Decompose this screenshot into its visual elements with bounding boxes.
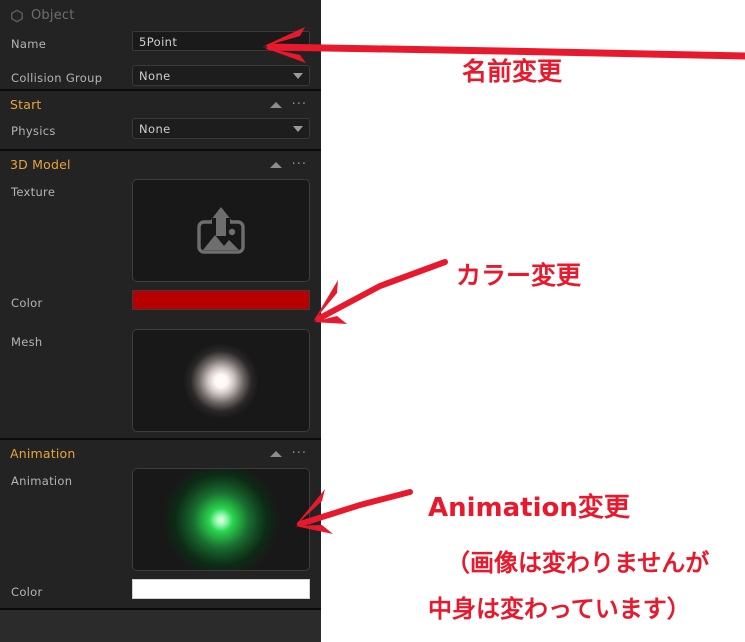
field-animation (132, 468, 310, 571)
image-upload-icon (197, 206, 245, 254)
field-name: 5Point (132, 31, 310, 51)
label-animation: Animation (11, 474, 73, 488)
field-texture (132, 179, 310, 282)
collision-group-value: None (139, 68, 171, 83)
section-object-header[interactable]: Object (0, 0, 321, 31)
green-glow-sphere (162, 469, 280, 570)
physics-dropdown[interactable]: None (132, 118, 310, 139)
section-animation-title: Animation (10, 446, 76, 461)
annotation-animation-note-line2: 中身は変わっています） (428, 595, 691, 623)
row-texture: Texture (0, 179, 321, 282)
triangle-up-icon[interactable] (269, 450, 282, 457)
section-3d-model-title: 3D Model (10, 157, 71, 172)
section-next (0, 610, 321, 642)
section-animation: Animation ··· Animation Color (0, 440, 321, 610)
section-3d-model-tools: ··· (269, 158, 313, 171)
triangle-up-icon[interactable] (269, 101, 282, 108)
arrow-to-model-color (313, 259, 448, 324)
section-object: Object Name 5Point Collision Group None (0, 0, 321, 91)
section-3d-model: 3D Model ··· Texture Color Mesh (0, 151, 321, 440)
label-physics: Physics (11, 124, 56, 138)
ellipsis-icon[interactable]: ··· (292, 447, 307, 460)
label-animation-color: Color (11, 585, 43, 599)
label-mesh: Mesh (11, 335, 43, 349)
white-glow-sphere (183, 342, 259, 419)
texture-drop-area[interactable] (132, 179, 310, 282)
row-animation: Animation (0, 468, 321, 571)
field-model-color (132, 290, 310, 310)
section-object-title: Object (31, 8, 75, 23)
row-name: Name 5Point (0, 31, 321, 61)
annotation-animation-change: Animation変更 (428, 493, 630, 523)
field-mesh (132, 329, 310, 432)
chevron-down-icon (293, 125, 303, 132)
field-collision-group: None (132, 65, 310, 86)
annotation-animation-note-line1: （画像は変わりませんが (446, 549, 710, 577)
label-collision-group: Collision Group (11, 71, 103, 85)
chevron-down-icon (293, 72, 303, 79)
section-start: Start ··· Physics None (0, 91, 321, 151)
section-animation-tools: ··· (269, 447, 313, 460)
animation-color-swatch[interactable] (132, 579, 310, 599)
label-texture: Texture (11, 185, 56, 199)
model-color-swatch[interactable] (132, 290, 310, 310)
label-name: Name (11, 37, 47, 51)
physics-value: None (139, 121, 171, 136)
row-model-color: Color (0, 290, 321, 320)
mesh-preview[interactable] (132, 329, 310, 432)
section-start-title: Start (10, 97, 42, 112)
inspector-panel: Object Name 5Point Collision Group None … (0, 0, 321, 642)
row-mesh: Mesh (0, 329, 321, 432)
field-physics: None (132, 118, 310, 139)
field-animation-color (132, 579, 310, 599)
annotation-name-change: 名前変更 (462, 57, 563, 86)
label-model-color: Color (11, 296, 43, 310)
triangle-up-icon[interactable] (269, 161, 282, 168)
section-start-tools: ··· (269, 98, 313, 111)
collision-group-dropdown[interactable]: None (132, 65, 310, 86)
ellipsis-icon[interactable]: ··· (292, 98, 307, 111)
annotation-color-change: カラー変更 (456, 261, 582, 290)
section-start-header[interactable]: Start ··· (0, 91, 321, 118)
row-physics: Physics None (0, 118, 321, 148)
hexagon-icon (11, 9, 23, 22)
row-animation-color: Color (0, 579, 321, 609)
name-input[interactable]: 5Point (132, 31, 310, 51)
section-3d-model-header[interactable]: 3D Model ··· (0, 151, 321, 178)
ellipsis-icon[interactable]: ··· (292, 158, 307, 171)
animation-preview[interactable] (132, 468, 310, 571)
section-animation-header[interactable]: Animation ··· (0, 440, 321, 467)
